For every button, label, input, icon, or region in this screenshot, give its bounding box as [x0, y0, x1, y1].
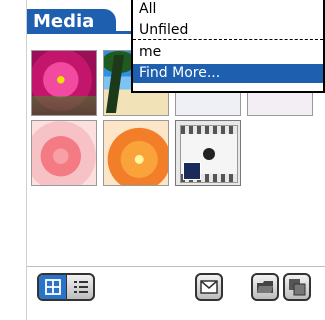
copy-icon	[289, 279, 306, 296]
film-reel	[203, 148, 215, 160]
list-view-icon	[73, 281, 88, 293]
mail-button[interactable]	[195, 273, 223, 301]
grid-view-button[interactable]	[39, 275, 66, 299]
grid-view-icon	[44, 279, 61, 295]
menu-item-all[interactable]: All	[133, 0, 323, 19]
film-strip	[181, 126, 237, 134]
photo-detail	[32, 95, 96, 115]
menu-item-unfiled[interactable]: Unfiled	[133, 21, 323, 40]
photo-thumbnail-orange-flower[interactable]	[103, 120, 169, 186]
copy-button[interactable]	[283, 273, 311, 301]
bottom-toolbar	[27, 266, 325, 307]
folder-button[interactable]	[251, 273, 279, 301]
video-thumbnail[interactable]	[175, 120, 241, 186]
photo-thumbnail-pink-rose[interactable]	[31, 120, 97, 186]
category-dropdown-menu: All Unfiled me Find More...	[131, 0, 325, 93]
list-view-button[interactable]	[66, 275, 93, 299]
menu-item-me[interactable]: me	[133, 43, 323, 62]
media-screen: Media All Unfiled me Find More...	[26, 0, 325, 320]
photo-thumbnail-pink-flower[interactable]	[31, 50, 97, 116]
menu-item-find-more[interactable]: Find More...	[133, 64, 323, 83]
mail-icon	[200, 280, 218, 294]
folder-icon	[257, 281, 273, 293]
video-badge-icon	[183, 162, 201, 180]
view-toggle	[37, 273, 95, 301]
film-icon	[180, 125, 238, 183]
